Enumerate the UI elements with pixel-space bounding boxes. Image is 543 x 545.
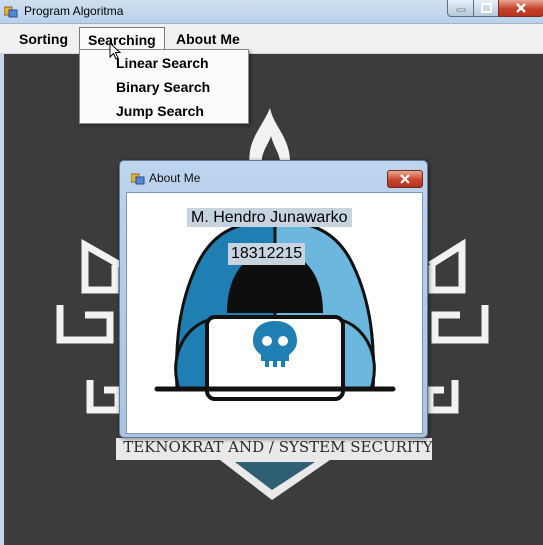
menu-item-linear-search[interactable]: Linear Search: [116, 52, 209, 74]
close-icon: [400, 174, 410, 184]
author-name-label: M. Hendro Junawarko: [187, 208, 352, 227]
searching-dropdown: Linear Search Binary Search Jump Search: [79, 49, 249, 124]
menu-item-jump-search[interactable]: Jump Search: [116, 100, 204, 122]
mouse-cursor-icon: [109, 42, 122, 60]
hacker-illustration: [154, 219, 396, 401]
app-icon: [4, 6, 18, 18]
minimize-button[interactable]: [447, 0, 475, 17]
dialog-app-icon: [131, 173, 145, 185]
menu-about-me[interactable]: About Me: [168, 28, 248, 50]
window-title: Program Algoritma: [24, 4, 124, 18]
about-dialog: About Me M. Hendro Junawarko 18312215: [119, 160, 428, 438]
dialog-title: About Me: [149, 171, 201, 185]
dialog-body: M. Hendro Junawarko 18312215: [126, 192, 423, 434]
title-bar: Program Algoritma: [0, 0, 543, 24]
minimize-icon: [456, 8, 466, 12]
maximize-button[interactable]: [473, 0, 500, 17]
student-id-label: 18312215: [228, 243, 306, 265]
dialog-close-button[interactable]: [387, 170, 423, 188]
close-icon: [516, 3, 526, 13]
logo-banner-text: TEKNOKRAT AND / SYSTEM SECURITY: [123, 438, 433, 456]
menu-sorting[interactable]: Sorting: [11, 28, 76, 50]
menu-item-binary-search[interactable]: Binary Search: [116, 76, 210, 98]
maximize-icon: [481, 3, 492, 13]
close-button[interactable]: [498, 0, 543, 17]
